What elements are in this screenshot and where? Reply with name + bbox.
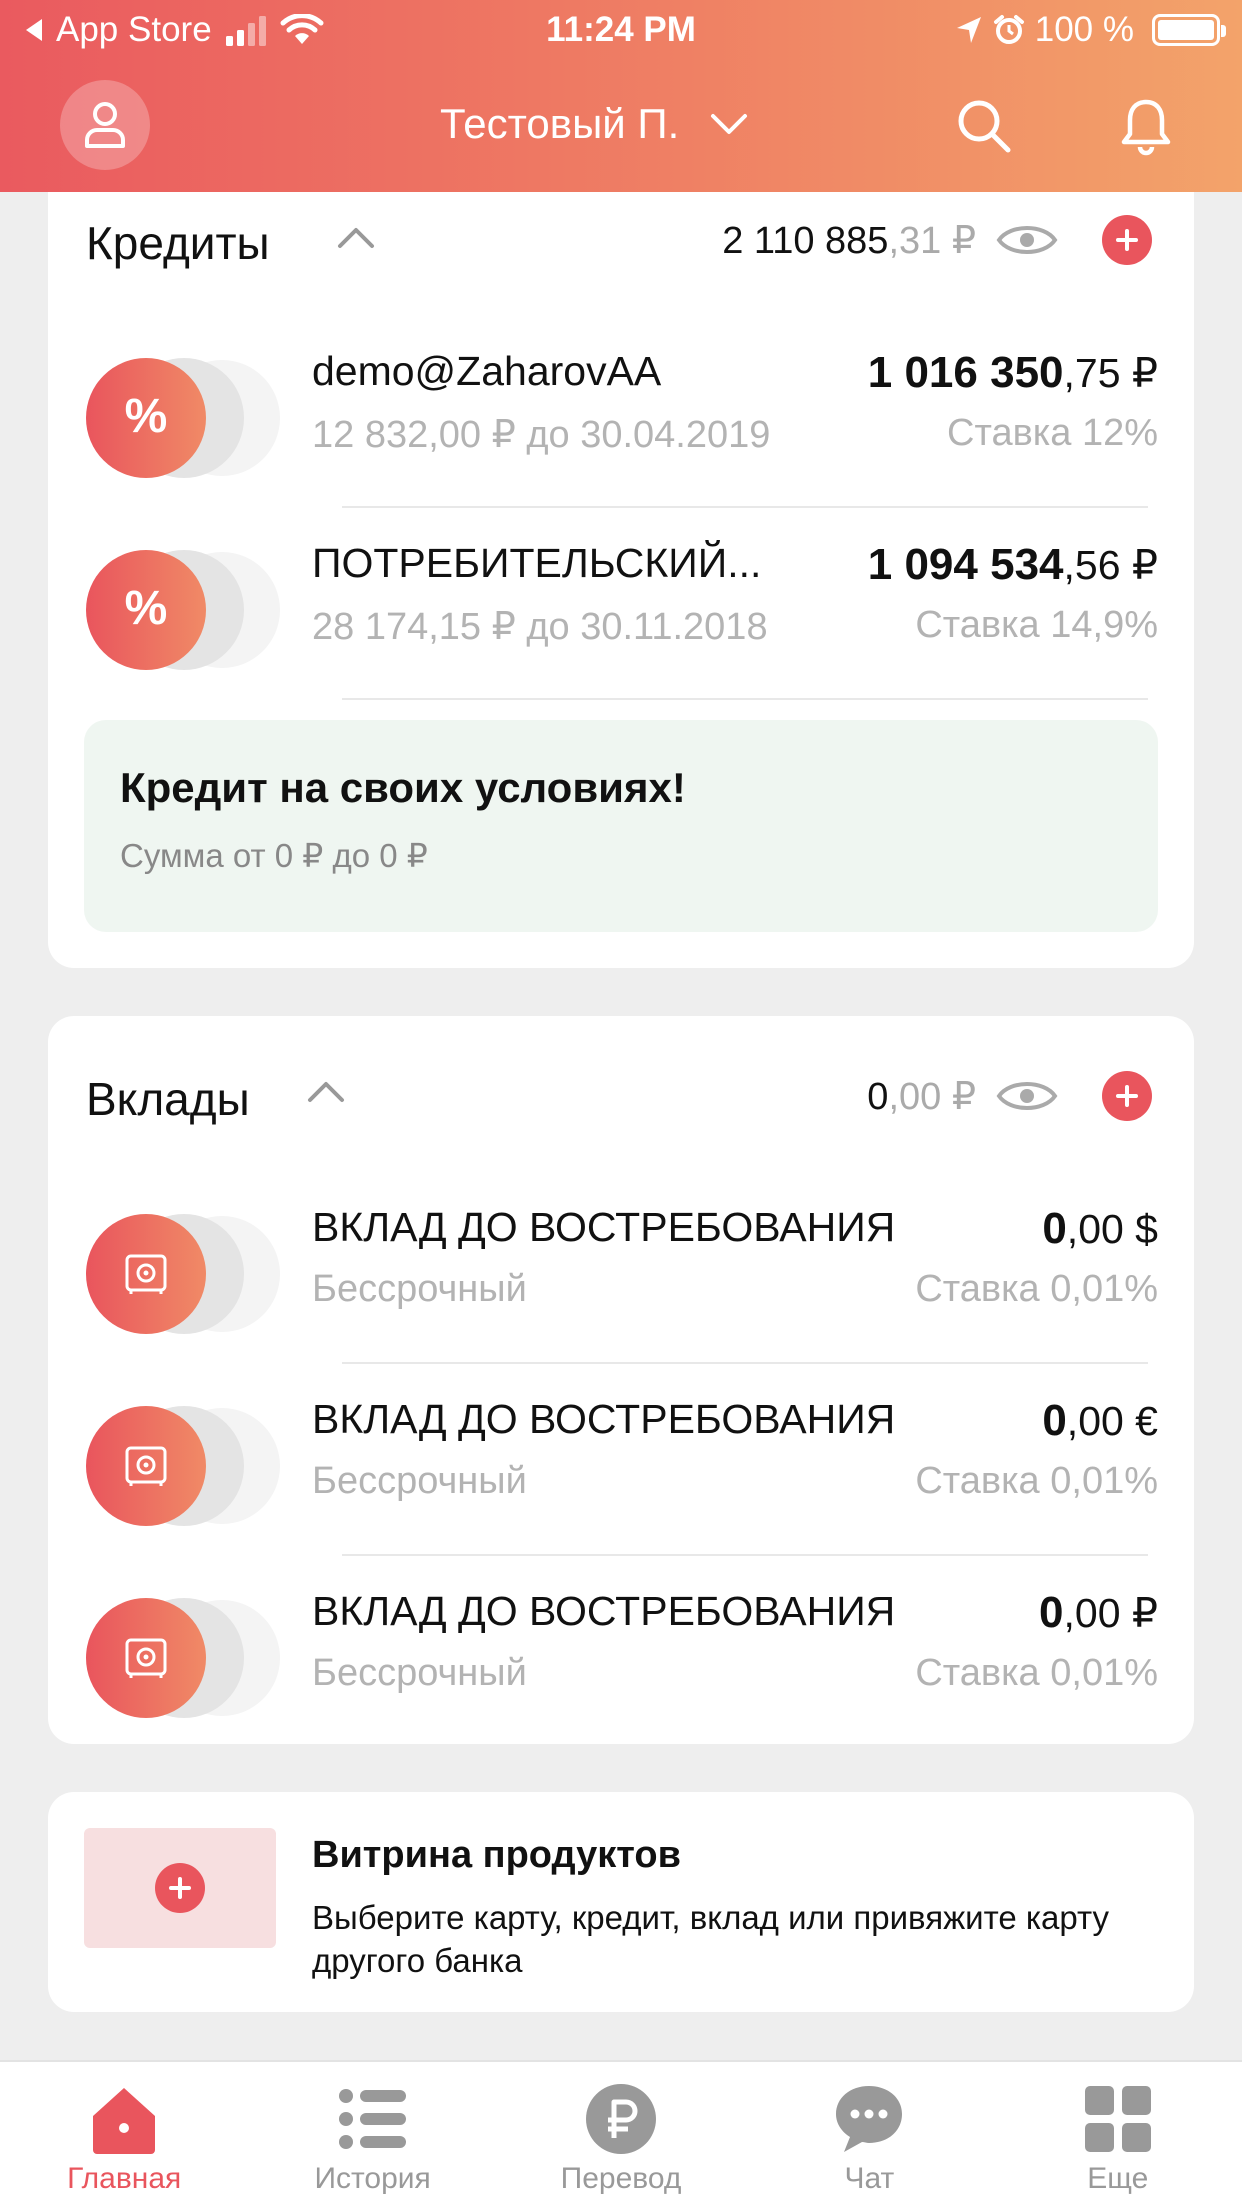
deposit-term: Бессрочный (312, 1460, 527, 1502)
tab-label: Главная (67, 2162, 182, 2195)
profile-avatar-button[interactable] (60, 80, 150, 170)
percent-icon: % (86, 358, 280, 478)
percent-icon: % (86, 550, 280, 670)
tab-label: История (314, 2162, 431, 2195)
grid-icon (1084, 2086, 1151, 2152)
showcase-add-thumb[interactable] (84, 1828, 276, 1948)
chevron-up-icon[interactable] (336, 222, 376, 252)
credits-card: Кредиты 2 110 885,31 ₽ % demo@ZaharovAA … (48, 160, 1194, 968)
credit-row[interactable]: % ПОТРЕБИТЕЛЬСКИЙ... 28 174,15 ₽ до 30.1… (48, 508, 1194, 700)
chat-icon (836, 2086, 903, 2152)
deposit-term: Бессрочный (312, 1268, 527, 1310)
deposit-name: ВКЛАД ДО ВОСТРЕБОВАНИЯ (312, 1588, 896, 1634)
add-deposit-button[interactable] (1102, 1071, 1152, 1121)
profile-name: Тестовый П. (440, 100, 680, 147)
tab-bar: Главная История Перевод Чат Еще (0, 2060, 1242, 2208)
tab-transfer[interactable]: Перевод (497, 2062, 745, 2208)
chevron-up-icon[interactable] (306, 1076, 346, 1106)
battery-icon (1152, 14, 1226, 46)
credit-amount: 1 016 350,75 ₽ (867, 348, 1158, 397)
alarm-icon (993, 15, 1024, 44)
battery-percent: 100 % (1034, 10, 1134, 49)
credit-row[interactable]: % demo@ZaharovAA 12 832,00 ₽ до 30.04.20… (48, 316, 1194, 508)
eye-icon[interactable] (996, 220, 1058, 260)
credits-title: Кредиты (86, 217, 270, 269)
showcase-title: Витрина продуктов (312, 1834, 681, 1876)
credits-total: 2 110 885,31 ₽ (722, 220, 976, 262)
safe-icon (86, 1406, 280, 1526)
deposit-name: ВКЛАД ДО ВОСТРЕБОВАНИЯ (312, 1204, 896, 1250)
credit-name: demo@ZaharovAA (312, 348, 662, 394)
search-icon[interactable] (954, 96, 1014, 156)
svg-text:%: % (125, 582, 168, 635)
tab-history[interactable]: История (248, 2062, 496, 2208)
deposits-card: Вклады 0,00 ₽ ВКЛАД ДО ВОСТРЕБОВАНИЯ Бес… (48, 1016, 1194, 1744)
add-credit-button[interactable] (1102, 215, 1152, 265)
credit-rate: Ставка 14,9% (915, 604, 1158, 646)
ruble-icon (586, 2084, 657, 2154)
promo-subtitle: Сумма от 0 ₽ до 0 ₽ (120, 837, 428, 874)
safe-icon (86, 1214, 280, 1334)
bell-icon[interactable] (1116, 96, 1176, 156)
home-icon (93, 2088, 156, 2154)
deposit-amount: 0,00 $ (1042, 1204, 1158, 1253)
credit-name: ПОТРЕБИТЕЛЬСКИЙ... (312, 540, 762, 586)
deposit-rate: Ставка 0,01% (915, 1652, 1158, 1694)
chevron-down-icon (711, 114, 748, 134)
profile-switcher[interactable]: Тестовый П. (440, 100, 749, 148)
list-icon (338, 2089, 406, 2149)
safe-icon (86, 1598, 280, 1718)
app-header: App Store 11:24 PM 100 % Тестовый П. (0, 0, 1242, 192)
plus-icon (169, 1877, 191, 1899)
plus-icon (1116, 1085, 1138, 1107)
tab-label: Чат (844, 2162, 895, 2195)
product-showcase-card[interactable]: Витрина продуктов Выберите карту, кредит… (48, 1792, 1194, 2012)
deposit-term: Бессрочный (312, 1652, 527, 1694)
plus-icon (1116, 229, 1138, 251)
deposits-title: Вклады (86, 1073, 250, 1125)
deposit-amount: 0,00 ₽ (1039, 1588, 1158, 1637)
credit-amount: 1 094 534,56 ₽ (867, 540, 1158, 589)
credit-promo-banner[interactable]: Кредит на своих условиях! Сумма от 0 ₽ д… (84, 720, 1158, 932)
showcase-description: Выберите карту, кредит, вклад или привяж… (312, 1899, 1109, 1979)
deposit-rate: Ставка 0,01% (915, 1268, 1158, 1310)
tab-label: Еще (1087, 2162, 1149, 2195)
status-bar: App Store 11:24 PM 100 % (0, 0, 1242, 60)
tab-label: Перевод (560, 2162, 682, 2195)
tab-home[interactable]: Главная (0, 2062, 248, 2208)
location-arrow-icon (956, 17, 981, 43)
credit-rate: Ставка 12% (947, 412, 1158, 454)
deposits-total: 0,00 ₽ (867, 1076, 976, 1118)
svg-text:%: % (125, 390, 168, 443)
eye-icon[interactable] (996, 1076, 1058, 1116)
tab-more[interactable]: Еще (994, 2062, 1242, 2208)
deposit-name: ВКЛАД ДО ВОСТРЕБОВАНИЯ (312, 1396, 896, 1442)
divider (342, 698, 1148, 700)
status-right: 100 % (955, 10, 1226, 50)
promo-title: Кредит на своих условиях! (120, 764, 686, 811)
tab-chat[interactable]: Чат (745, 2062, 993, 2208)
add-product-button[interactable] (155, 1863, 205, 1913)
deposit-rate: Ставка 0,01% (915, 1460, 1158, 1502)
credit-payment: 12 832,00 ₽ до 30.04.2019 (312, 414, 771, 456)
credit-payment: 28 174,15 ₽ до 30.11.2018 (312, 606, 768, 648)
deposit-row[interactable]: ВКЛАД ДО ВОСТРЕБОВАНИЯ Бессрочный 0,00 $… (48, 1172, 1194, 1364)
deposit-amount: 0,00 € (1042, 1396, 1158, 1445)
deposit-row[interactable]: ВКЛАД ДО ВОСТРЕБОВАНИЯ Бессрочный 0,00 €… (48, 1364, 1194, 1556)
user-icon (85, 102, 125, 148)
deposit-row[interactable]: ВКЛАД ДО ВОСТРЕБОВАНИЯ Бессрочный 0,00 ₽… (48, 1556, 1194, 1748)
